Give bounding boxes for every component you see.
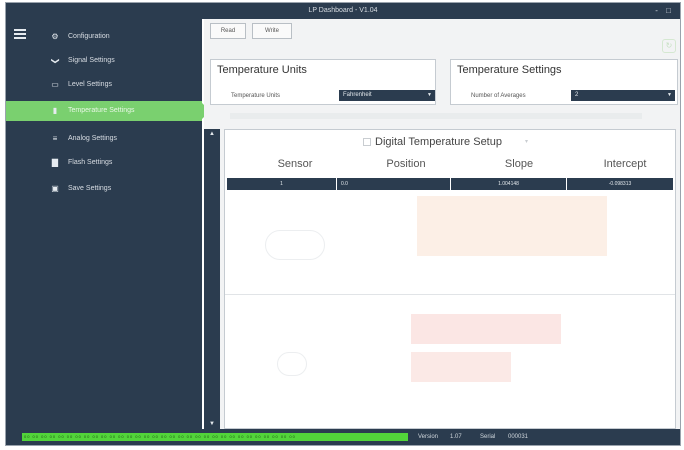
checkbox[interactable] <box>363 138 371 146</box>
faded-gauge <box>277 352 307 376</box>
sidebar-item-label: Signal Settings <box>68 57 115 64</box>
number-of-averages-select[interactable]: 2 ▼ <box>571 90 675 101</box>
sidebar-item-temperature-settings[interactable]: ▮ Temperature Settings <box>6 101 210 121</box>
gear-icon: ⚙ <box>51 32 59 41</box>
column-header-slope: Slope <box>504 158 534 170</box>
dropdown-icon: ▾ <box>525 139 529 145</box>
panel-title: Temperature Units <box>217 64 307 76</box>
flash-icon: ▇ <box>51 158 59 167</box>
sidebar-item-label: Configuration <box>68 33 110 40</box>
faded-gauge <box>265 230 325 260</box>
cell-intercept: -0.098313 <box>608 181 632 187</box>
faded-background-panel <box>411 352 511 382</box>
thermometer-icon: ▮ <box>52 106 58 115</box>
faded-background-panel <box>417 196 607 256</box>
vertical-scrollbar[interactable]: ▲ ▼ <box>204 129 220 429</box>
cell-position[interactable]: 0.0 <box>337 178 451 190</box>
main-content: Read Write ↻ Temperature Units Temperatu… <box>204 19 680 429</box>
version-label: Version <box>418 434 439 440</box>
sidebar-item-label: Analog Settings <box>68 135 118 142</box>
faded-slider <box>230 113 642 119</box>
sidebar-item-save-settings[interactable]: ▣ Save Settings <box>6 179 202 199</box>
scroll-down-icon[interactable]: ▼ <box>207 421 217 427</box>
faded-background-panel <box>411 314 561 344</box>
serial-value: 000031 <box>508 434 529 440</box>
sidebar-item-label: Level Settings <box>68 81 112 88</box>
sidebar-item-analog-settings[interactable]: ≡ Analog Settings <box>6 129 202 149</box>
version-value: 1.07 <box>450 434 462 440</box>
column-header-intercept: Intercept <box>603 158 647 170</box>
temperature-settings-panel: Temperature Settings Number of Averages … <box>450 59 678 105</box>
sidebar-item-flash-settings[interactable]: ▇ Flash Settings <box>6 153 202 173</box>
window-title: LP Dashboard - V1.04 <box>308 7 378 14</box>
title-bar: LP Dashboard - V1.04 - □ <box>6 3 680 19</box>
save-icon: ▣ <box>51 184 59 193</box>
chevron-down-icon: ❯ <box>51 57 60 65</box>
serial-label: Serial <box>480 434 496 440</box>
sidebar-item-signal-settings[interactable]: ❯ Signal Settings <box>6 51 202 71</box>
app-window: LP Dashboard - V1.04 - □ ⚙ Configuration… <box>5 2 681 446</box>
led-indicator-strip: 00 00 00 00 00 00 00 00 00 00 00 00 00 0… <box>22 433 408 441</box>
digital-temperature-setup-panel: Digital Temperature Setup ▾ Sensor Posit… <box>224 129 676 429</box>
temperature-units-label: Temperature Units <box>231 93 281 99</box>
level-icon: ▭ <box>51 80 59 89</box>
sidebar-item-label: Save Settings <box>68 185 112 192</box>
chevron-down-icon: ▼ <box>667 92 672 98</box>
number-of-averages-label: Number of Averages <box>471 93 526 99</box>
sidebar-item-label: Temperature Settings <box>68 107 135 114</box>
window-controls[interactable]: - □ <box>655 3 674 19</box>
table-row[interactable]: 1 0.0 1.004148 -0.098313 <box>227 178 673 190</box>
cell-sensor: 1 <box>227 178 337 190</box>
panel-title: Temperature Settings <box>457 64 562 76</box>
chevron-down-icon: ▼ <box>427 92 432 98</box>
cell-slope: 1.004148 <box>451 178 567 190</box>
temperature-units-panel: Temperature Units Temperature Units Fahr… <box>210 59 436 105</box>
sidebar-item-level-settings[interactable]: ▭ Level Settings <box>6 75 202 95</box>
analog-icon: ≡ <box>52 134 58 143</box>
panel-title: Digital Temperature Setup <box>375 136 502 148</box>
refresh-icon: ↻ <box>662 39 676 53</box>
column-header-sensor: Sensor <box>277 158 313 170</box>
column-header-position: Position <box>386 158 426 170</box>
sidebar: ⚙ Configuration ❯ Signal Settings ▭ Leve… <box>6 19 210 429</box>
sidebar-item-label: Flash Settings <box>68 159 113 166</box>
temperature-units-select[interactable]: Fahrenheit ▼ <box>339 90 435 101</box>
scroll-up-icon[interactable]: ▲ <box>207 131 217 137</box>
divider <box>225 294 675 295</box>
sidebar-item-configuration[interactable]: ⚙ Configuration <box>6 27 202 47</box>
read-button[interactable]: Read <box>210 23 246 39</box>
status-bar: 00 00 00 00 00 00 00 00 00 00 00 00 00 0… <box>6 429 680 445</box>
write-button[interactable]: Write <box>252 23 292 39</box>
